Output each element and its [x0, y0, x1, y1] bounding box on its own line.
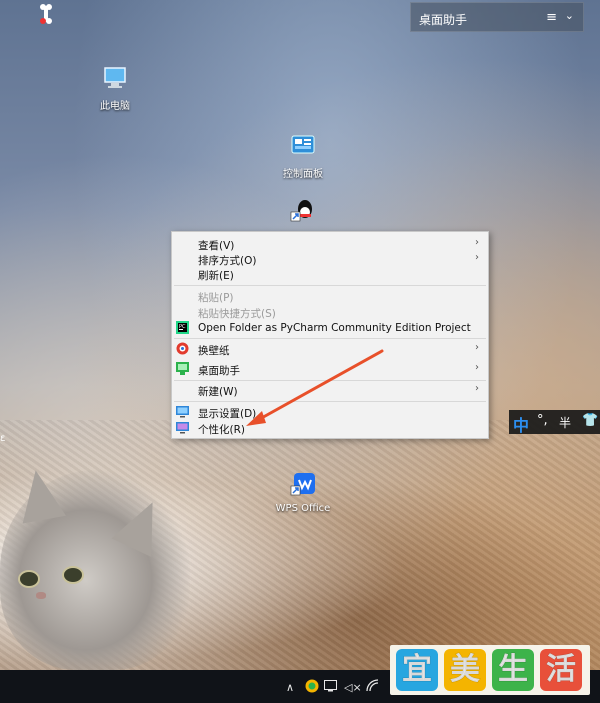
network-icon[interactable] [366, 679, 380, 692]
shirt-icon[interactable]: 👕 [582, 413, 598, 428]
tray-app-icon[interactable] [324, 680, 337, 692]
tray-app-icon[interactable] [305, 679, 319, 693]
annotation-arrow [246, 349, 384, 426]
volume-muted-icon[interactable]: ◁× [344, 681, 362, 694]
ime-status-bar[interactable]: 中 °, 半 👕 [509, 410, 600, 436]
watermark-char: 宜 [396, 649, 438, 691]
watermark-char: 活 [540, 649, 582, 691]
watermark-char: 美 [444, 649, 486, 691]
watermark-char: 生 [492, 649, 534, 691]
watermark-logo: 宜 美 生 活 [390, 645, 590, 695]
ime-punctuation-toggle[interactable]: °, [537, 413, 548, 428]
ime-width-toggle[interactable]: 半 [559, 414, 571, 431]
show-hidden-icons-chevron-icon[interactable]: ∧ [286, 681, 294, 694]
ime-mode-toggle[interactable]: 中 [513, 412, 529, 436]
